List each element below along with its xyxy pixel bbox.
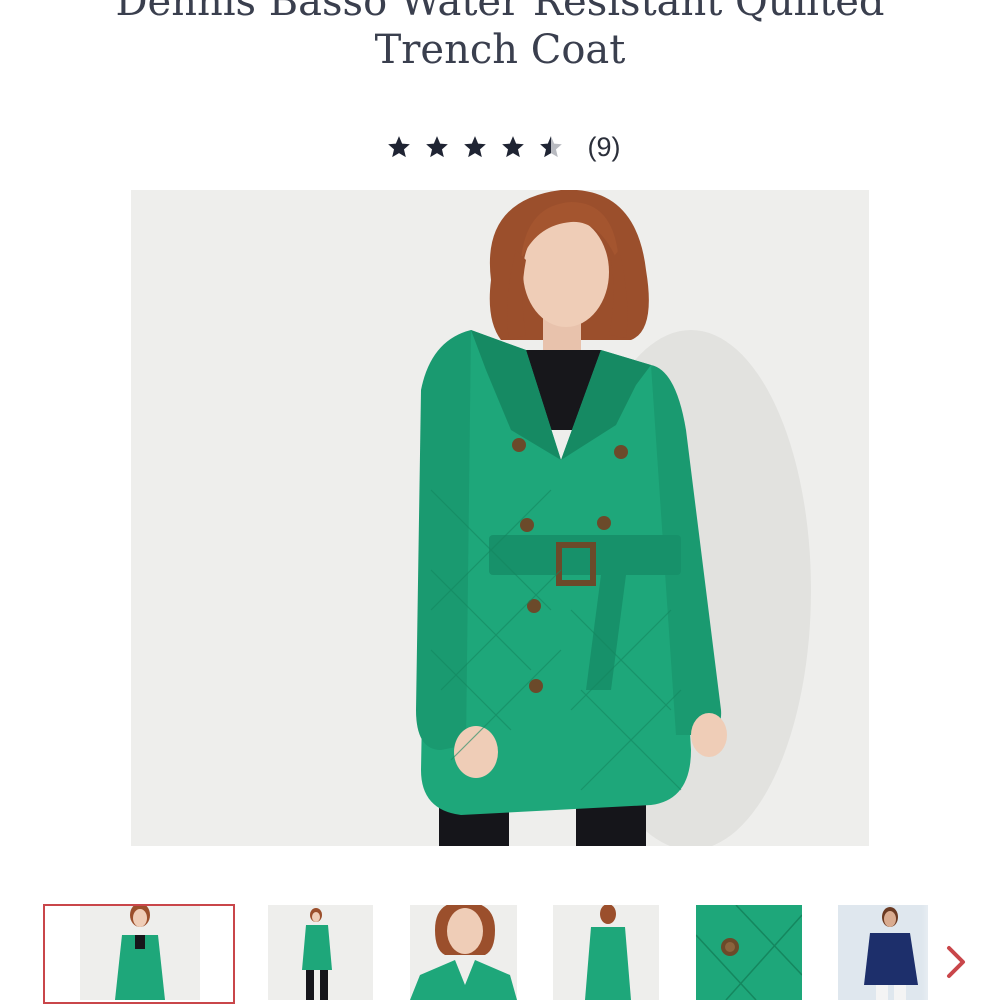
star-icon xyxy=(456,128,494,166)
thumbnail-image[interactable] xyxy=(838,905,928,1000)
next-thumbnail-button[interactable] xyxy=(936,940,976,988)
thumbnail-image[interactable] xyxy=(410,905,517,1000)
product-main-image[interactable] xyxy=(131,190,869,846)
star-icon xyxy=(380,128,418,166)
star-icon xyxy=(418,128,456,166)
review-count[interactable]: (9) xyxy=(588,132,621,163)
product-title-line2: Trench Coat xyxy=(374,27,626,73)
thumbnail-image[interactable] xyxy=(553,905,659,1000)
product-title: Dennis Basso Water Resistant Quilted Tre… xyxy=(0,0,1000,74)
thumbnail-selected-frame xyxy=(43,904,235,1004)
star-icon xyxy=(494,128,532,166)
star-half-icon xyxy=(532,128,570,166)
product-title-line1: Dennis Basso Water Resistant Quilted xyxy=(115,0,885,25)
thumbnail-image[interactable] xyxy=(696,905,802,1000)
thumbnail-image[interactable] xyxy=(268,905,373,1000)
chevron-right-icon xyxy=(943,942,969,987)
rating-summary[interactable]: (9) xyxy=(0,128,1000,166)
